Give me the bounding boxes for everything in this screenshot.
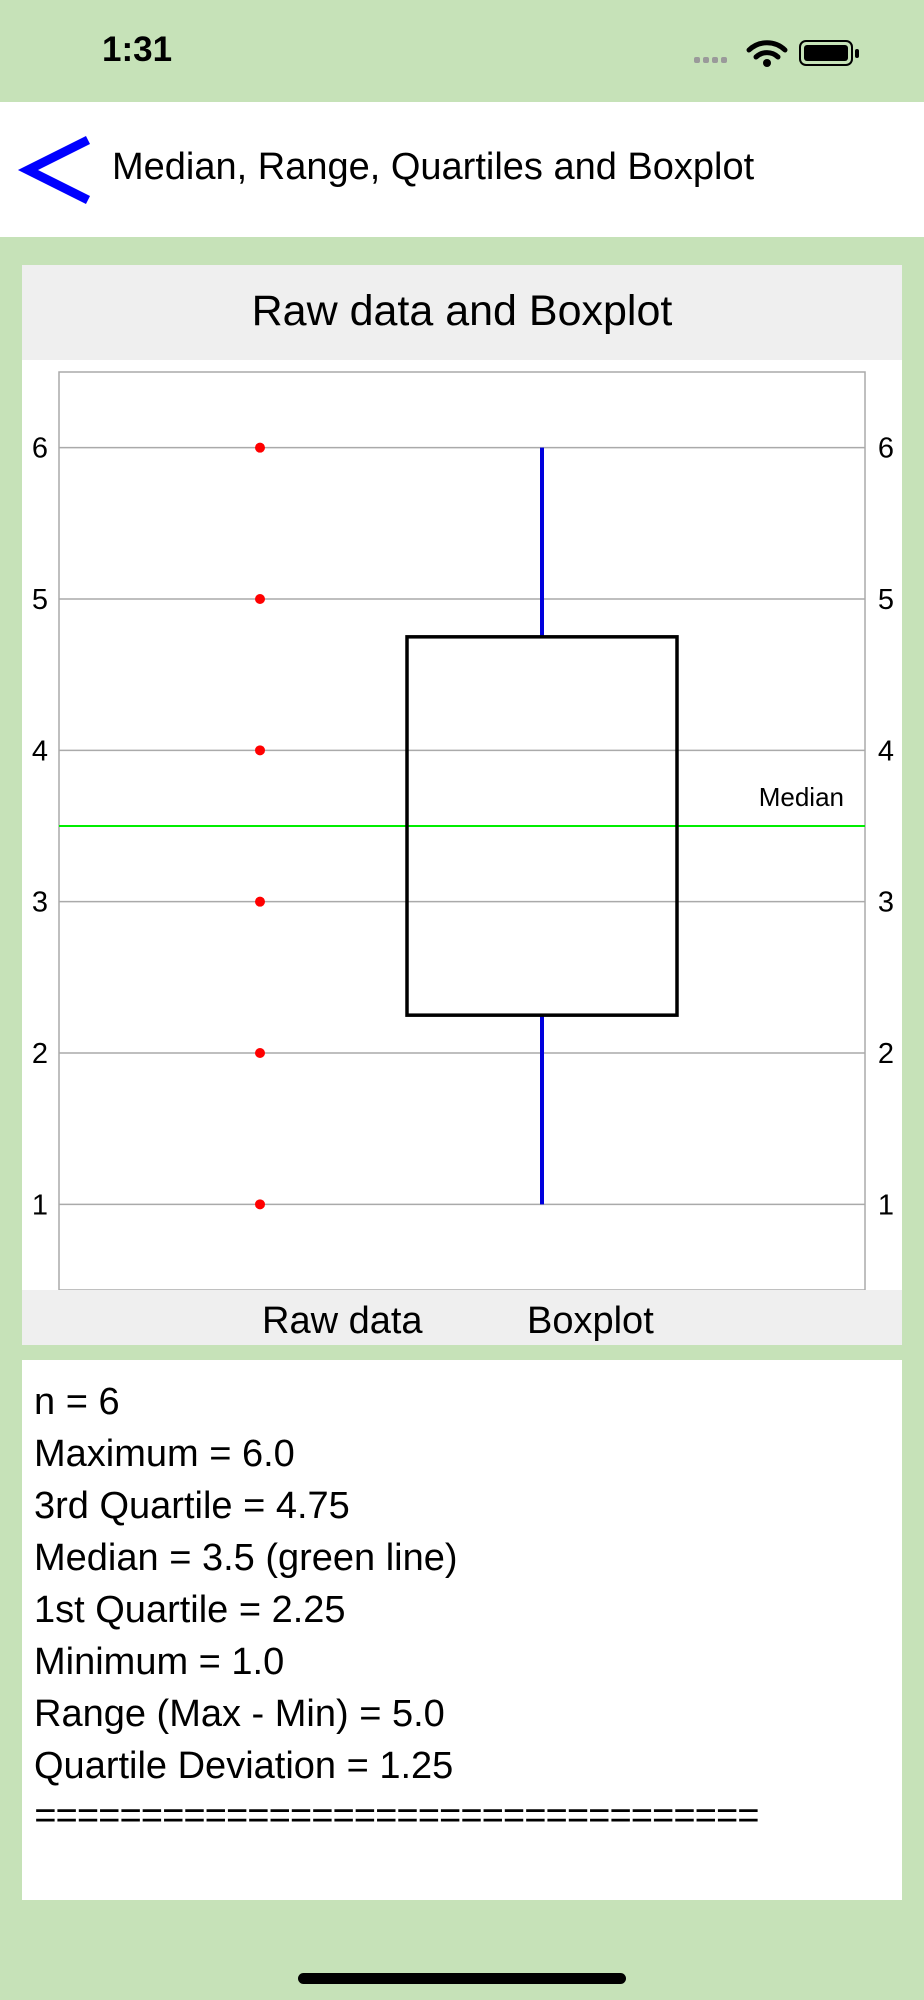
stat-range: Range (Max - Min) = 5.0 bbox=[34, 1693, 445, 1735]
y-tick-label-left-2: 2 bbox=[32, 1038, 48, 1070]
y-tick-label-right-2: 2 bbox=[878, 1038, 894, 1070]
stats-panel: n = 6 Maximum = 6.0 3rd Quartile = 4.75 … bbox=[22, 1360, 902, 1900]
chart-title: Raw data and Boxplot bbox=[251, 287, 673, 335]
y-tick-label-left-4: 4 bbox=[32, 735, 48, 767]
back-button[interactable] bbox=[16, 130, 96, 210]
stat-third-quartile: 3rd Quartile = 4.75 bbox=[34, 1485, 350, 1527]
page-title: Median, Range, Quartiles and Boxplot bbox=[112, 146, 755, 188]
separator-line: ================================== bbox=[34, 1797, 760, 1840]
stat-maximum: Maximum = 6.0 bbox=[34, 1433, 295, 1475]
y-tick-label-right-4: 4 bbox=[878, 735, 894, 767]
y-tick-label-left-5: 5 bbox=[32, 584, 48, 616]
wifi-icon bbox=[746, 40, 788, 67]
raw-data-point-4 bbox=[255, 745, 265, 756]
x-label-raw-data: Raw data bbox=[262, 1300, 423, 1342]
status-time: 1:31 bbox=[102, 30, 173, 69]
y-tick-label-right-6: 6 bbox=[878, 433, 894, 465]
y-tick-label-right-1: 1 bbox=[878, 1189, 894, 1221]
raw-data-point-3 bbox=[255, 896, 265, 907]
plot-frame bbox=[58, 371, 866, 1290]
cellular-signal-icon bbox=[694, 57, 727, 63]
back-chevron-icon bbox=[17, 135, 91, 205]
boxplot-chart: 1 1 2 2 3 3 4 4 5 5 6 6 Median bbox=[32, 371, 894, 1290]
raw-data-point-5 bbox=[255, 594, 265, 604]
chart-footer: Raw data Boxplot bbox=[22, 1290, 902, 1345]
status-bar: 1:31 bbox=[0, 0, 924, 102]
stat-minimum: Minimum = 1.0 bbox=[34, 1641, 285, 1683]
x-label-boxplot: Boxplot bbox=[527, 1300, 654, 1342]
battery-icon bbox=[799, 40, 859, 66]
median-label: Median bbox=[759, 782, 844, 812]
y-tick-label-right-3: 3 bbox=[878, 887, 894, 919]
y-tick-label-right-5: 5 bbox=[878, 584, 894, 616]
y-tick-label-left-6: 6 bbox=[32, 433, 48, 465]
status-icons bbox=[694, 34, 864, 79]
home-indicator[interactable] bbox=[298, 1973, 626, 1984]
stat-first-quartile: 1st Quartile = 2.25 bbox=[34, 1589, 346, 1631]
raw-data-point-2 bbox=[255, 1048, 265, 1058]
y-tick-label-left-1: 1 bbox=[32, 1189, 48, 1221]
chart-header: Raw data and Boxplot bbox=[22, 265, 902, 360]
raw-data-point-6 bbox=[255, 442, 265, 453]
chart-card: Raw data and Boxplot 1 1 2 2 3 3 4 4 5 5 6 6 Median … bbox=[22, 265, 902, 1345]
stat-quartile-deviation: Quartile Deviation = 1.25 bbox=[34, 1745, 454, 1787]
y-tick-label-left-3: 3 bbox=[32, 887, 48, 919]
raw-data-point-1 bbox=[255, 1199, 265, 1210]
stat-median: Median = 3.5 (green line) bbox=[34, 1537, 458, 1579]
stat-n: n = 6 bbox=[34, 1381, 120, 1423]
navigation-bar: Median, Range, Quartiles and Boxplot bbox=[0, 102, 924, 237]
